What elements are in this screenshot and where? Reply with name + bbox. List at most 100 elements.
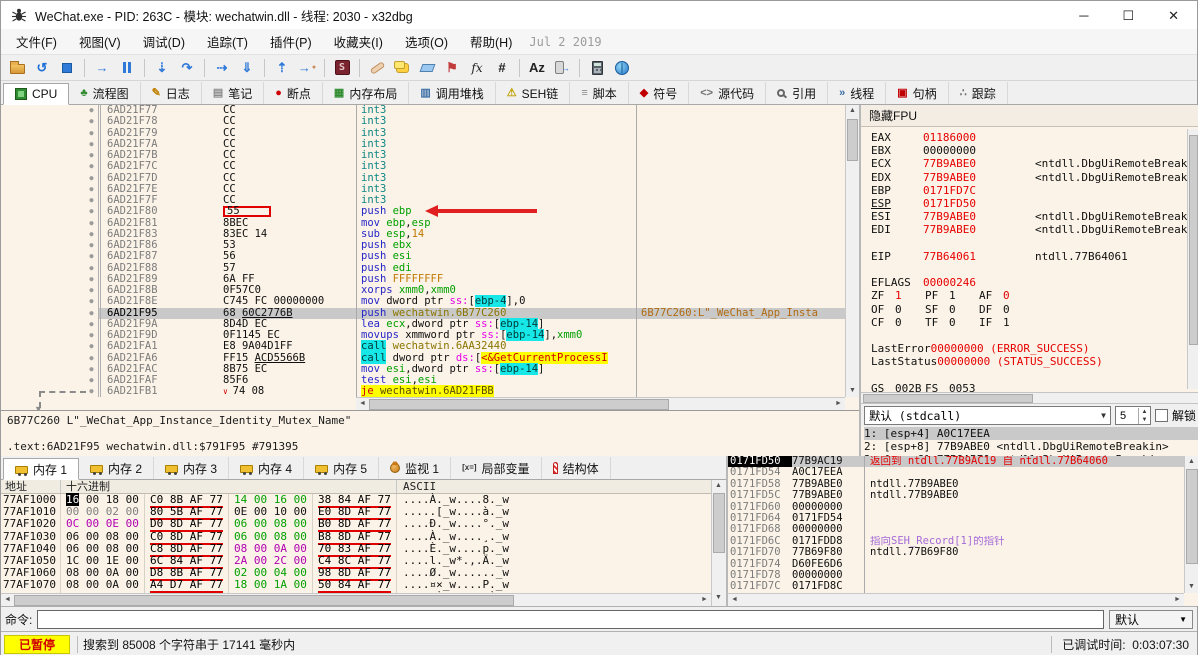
- register-row[interactable]: EFLAGS 00000246: [871, 276, 1198, 289]
- run-to-user-code-button[interactable]: → ●: [295, 57, 319, 79]
- menu-item[interactable]: 选项(O): [394, 29, 459, 54]
- scroll-right-icon[interactable]: ►: [1171, 594, 1184, 606]
- scroll-left-icon[interactable]: ◄: [728, 594, 741, 606]
- register-row[interactable]: CF 0 TF 0 IF 1: [871, 316, 1198, 329]
- scroll-down-icon[interactable]: ▼: [712, 592, 725, 604]
- tab-CPU[interactable]: CPU: [3, 83, 70, 105]
- hide-fpu-button[interactable]: 隐藏FPU: [861, 105, 1198, 127]
- tab-源代码[interactable]: <> 源代码: [689, 82, 767, 104]
- scroll-thumb[interactable]: [369, 398, 669, 410]
- argument-row[interactable]: 1: [esp+4] A0C17EEA: [864, 427, 1198, 440]
- disasm-row[interactable]: ● 6AD21FB1 ∨ 74 08 je wechatwin.6AD21FBB: [1, 385, 845, 397]
- step-into-button[interactable]: ⇣: [150, 57, 174, 79]
- menu-item[interactable]: 收藏夹(I): [323, 29, 394, 54]
- tab-调用堆栈[interactable]: ▥ 调用堆栈: [409, 82, 496, 104]
- disasm-row[interactable]: ● 6AD21F87 56 push esi: [1, 250, 845, 263]
- register-row[interactable]: ZF 1 PF 1 AF 0: [871, 289, 1198, 302]
- unlock-checkbox[interactable]: [1154, 409, 1168, 422]
- register-row[interactable]: EDX 77B9ABE0 <ntdll.DbgUiRemoteBreakin>: [871, 171, 1198, 184]
- tab-内存 3[interactable]: 内存 3: [154, 457, 230, 479]
- register-row[interactable]: LastStatus00000000 (STATUS_SUCCESS): [871, 355, 1198, 368]
- calling-convention-select[interactable]: 默认 (stdcall) ▼: [864, 406, 1111, 425]
- tab-句柄[interactable]: ▣ 句柄: [886, 82, 949, 104]
- comments-button[interactable]: [390, 57, 414, 79]
- scroll-right-icon[interactable]: ►: [698, 594, 711, 606]
- register-row[interactable]: OF 0 SF 0 DF 0: [871, 303, 1198, 316]
- scroll-up-icon[interactable]: ▲: [712, 480, 725, 492]
- register-row[interactable]: EDI 77B9ABE0 <ntdll.DbgUiRemoteBreakin>: [871, 223, 1198, 236]
- stack-row[interactable]: 0171FD5C 77B9ABE0 ntdll.77B9ABE0: [728, 489, 1184, 502]
- menu-item[interactable]: 视图(V): [68, 29, 132, 54]
- register-row[interactable]: ESI 77B9ABE0 <ntdll.DbgUiRemoteBreakin>: [871, 210, 1198, 223]
- stack-horizontal-scrollbar[interactable]: ◄ ►: [728, 593, 1184, 606]
- run-button[interactable]: →: [90, 57, 114, 79]
- step-out-button[interactable]: ⇡: [270, 57, 294, 79]
- tab-内存 5[interactable]: 内存 5: [304, 457, 380, 479]
- tab-内存 2[interactable]: 内存 2: [79, 457, 155, 479]
- tab-笔记[interactable]: ▤ 笔记: [202, 82, 265, 104]
- register-row[interactable]: ECX 77B9ABE0 <ntdll.DbgUiRemoteBreakin>: [871, 157, 1198, 170]
- tab-流程图[interactable]: ♣ 流程图: [69, 82, 141, 104]
- scroll-down-icon[interactable]: ▼: [1185, 581, 1198, 593]
- menu-item[interactable]: 追踪(T): [196, 29, 259, 54]
- close-button[interactable]: ✕: [1168, 9, 1179, 22]
- register-row[interactable]: GS 002B FS 0053: [871, 382, 1198, 392]
- globe-button[interactable]: [610, 57, 634, 79]
- tab-SEH链[interactable]: ⚠ SEH链: [496, 82, 571, 104]
- dump-vertical-scrollbar[interactable]: ▲ ▼: [711, 480, 726, 606]
- menu-item[interactable]: 插件(P): [259, 29, 323, 54]
- tab-跟踪[interactable]: ∴ 跟踪: [949, 82, 1008, 104]
- scroll-left-icon[interactable]: ◄: [1, 594, 14, 606]
- tab-符号[interactable]: ◆ 符号: [629, 82, 690, 104]
- tab-监视 1[interactable]: 监视 1: [379, 457, 452, 479]
- disassembly-vertical-scrollbar[interactable]: ▲ ▼: [845, 105, 859, 397]
- tab-日志[interactable]: ✎ 日志: [141, 82, 202, 104]
- command-input[interactable]: [37, 609, 1104, 629]
- stack-vertical-scrollbar[interactable]: ▲ ▼: [1184, 456, 1198, 593]
- scylla-button[interactable]: S: [330, 57, 354, 79]
- tab-结构体[interactable]: 结构体: [542, 457, 611, 479]
- menu-item[interactable]: 帮助(H): [459, 29, 523, 54]
- menu-item[interactable]: 文件(F): [5, 29, 68, 54]
- disasm-row[interactable]: ● 6AD21F78 CC int3: [1, 115, 845, 128]
- tab-内存布局[interactable]: ▦ 内存布局: [323, 82, 410, 104]
- disassembly-horizontal-scrollbar[interactable]: ◄ ►: [356, 397, 845, 410]
- disasm-row[interactable]: ● 6AD21F7C CC int3: [1, 160, 845, 173]
- labels-button[interactable]: [415, 57, 439, 79]
- register-row[interactable]: EBX 00000000: [871, 144, 1198, 157]
- tab-断点[interactable]: ● 断点: [264, 82, 323, 104]
- registers-horizontal-scrollbar[interactable]: [861, 392, 1198, 404]
- tab-线程[interactable]: » 线程: [828, 82, 887, 104]
- case-button[interactable]: Az: [525, 57, 549, 79]
- step-over-button[interactable]: ↷: [175, 57, 199, 79]
- dump-horizontal-scrollbar[interactable]: ◄ ►: [1, 593, 711, 606]
- open-file-button[interactable]: [5, 57, 29, 79]
- functions-button[interactable]: fx: [465, 57, 489, 79]
- menu-item[interactable]: 调试(D): [132, 29, 196, 54]
- dump-row[interactable]: 77AF1020 0C 00 0E 00 D0 8D AF 77 06 00 08 0…: [1, 517, 726, 533]
- scroll-down-icon[interactable]: ▼: [846, 385, 859, 397]
- argument-row[interactable]: 2: [esp+8] 77B9ABE0 <ntdll.DbgUiRemoteBr…: [864, 440, 1198, 453]
- stack-row[interactable]: 0171FD7C 0171FD8C: [728, 580, 1184, 593]
- tab-内存 1[interactable]: 内存 1: [3, 458, 80, 480]
- register-row[interactable]: EBP 0171FD7C: [871, 184, 1198, 197]
- tab-内存 4[interactable]: 内存 4: [229, 457, 305, 479]
- scroll-thumb[interactable]: [847, 119, 858, 161]
- scroll-left-icon[interactable]: ◄: [356, 398, 369, 410]
- restart-button[interactable]: ↺: [30, 57, 54, 79]
- scroll-up-icon[interactable]: ▲: [846, 105, 859, 117]
- tab-引用[interactable]: 引用: [766, 82, 829, 104]
- stop-button[interactable]: [55, 57, 79, 79]
- command-profile-select[interactable]: 默认 ▼: [1109, 609, 1193, 629]
- calculator-button[interactable]: [585, 57, 609, 79]
- scroll-right-icon[interactable]: ►: [832, 398, 845, 410]
- dump-row[interactable]: 77AF1030 06 00 08 00 C0 8D AF 77 06 00 08 0…: [1, 529, 726, 545]
- register-row[interactable]: LastError00000000 (ERROR_SUCCESS): [871, 342, 1198, 355]
- dump-row[interactable]: 77AF1070 08 00 0A 00 A4 D7 AF 77 18 00 1A 0…: [1, 578, 726, 594]
- hash-button[interactable]: #: [490, 57, 514, 79]
- pause-button[interactable]: [115, 57, 139, 79]
- maximize-button[interactable]: ☐: [1122, 9, 1134, 22]
- register-row[interactable]: ESP 0171FD50: [871, 197, 1198, 210]
- register-row[interactable]: EAX 01186000: [871, 131, 1198, 144]
- scroll-up-icon[interactable]: ▲: [1185, 456, 1198, 468]
